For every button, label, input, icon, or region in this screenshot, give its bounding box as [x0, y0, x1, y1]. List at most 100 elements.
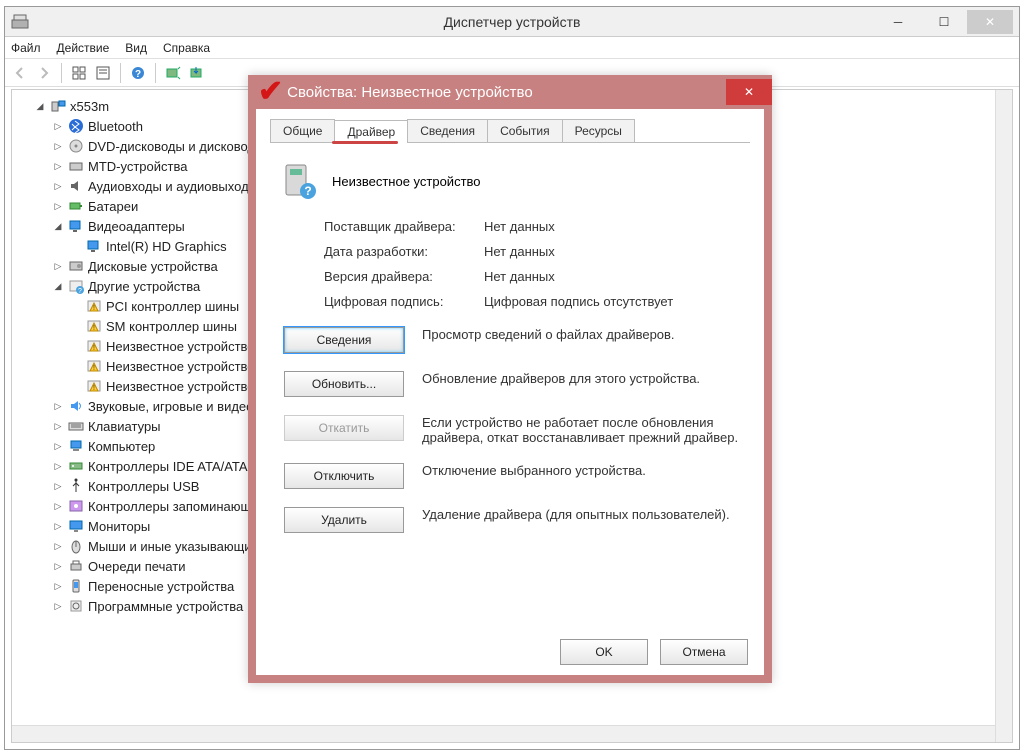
dialog-close-button[interactable]: ✕: [726, 79, 772, 105]
update-desc: Обновление драйверов для этого устройств…: [422, 371, 750, 386]
expand-icon[interactable]: ▷: [52, 600, 64, 612]
rollback-desc: Если устройство не работает после обновл…: [422, 415, 750, 445]
tab-events[interactable]: События: [487, 119, 563, 142]
battery-icon: [68, 198, 84, 214]
expand-icon[interactable]: ▷: [52, 400, 64, 412]
menu-help[interactable]: Справка: [163, 41, 210, 55]
minimize-button[interactable]: ─: [875, 10, 921, 34]
tree-item-label: Контроллеры IDE ATA/ATAPI: [88, 459, 260, 474]
expand-icon[interactable]: ▷: [52, 480, 64, 492]
expand-icon[interactable]: ▷: [52, 460, 64, 472]
expand-icon[interactable]: ▷: [52, 260, 64, 272]
version-value: Нет данных: [484, 269, 555, 284]
tree-item-label: Контроллеры USB: [88, 479, 199, 494]
expand-icon[interactable]: ▷: [52, 500, 64, 512]
tree-item-label: Неизвестное устройство: [106, 379, 255, 394]
date-label: Дата разработки:: [324, 244, 484, 259]
expand-icon[interactable]: ◢: [52, 220, 64, 232]
device-name: Неизвестное устройство: [332, 174, 481, 189]
back-button[interactable]: [9, 62, 31, 84]
expand-icon[interactable]: ▷: [52, 540, 64, 552]
other-icon: ?: [68, 278, 84, 294]
vertical-scrollbar[interactable]: [995, 90, 1012, 742]
ok-button[interactable]: OK: [560, 639, 648, 665]
disable-button[interactable]: Отключить: [284, 463, 404, 489]
horizontal-scrollbar[interactable]: [12, 725, 995, 742]
storage-icon: [68, 498, 84, 514]
svg-text:!: !: [93, 385, 95, 392]
video-icon: [86, 238, 102, 254]
cancel-button[interactable]: Отмена: [660, 639, 748, 665]
dialog-footer: OK Отмена: [560, 639, 748, 665]
disable-desc: Отключение выбранного устройства.: [422, 463, 750, 478]
svg-text:?: ?: [135, 69, 141, 80]
software-icon: [68, 598, 84, 614]
expand-icon[interactable]: ▷: [52, 200, 64, 212]
tree-item-label: Неизвестное устройство: [106, 359, 255, 374]
warn-icon: !: [86, 378, 102, 394]
show-all-button[interactable]: [68, 62, 90, 84]
expand-icon[interactable]: ▷: [52, 420, 64, 432]
tree-item-label: Батареи: [88, 199, 138, 214]
tab-general[interactable]: Общие: [270, 119, 335, 142]
svg-text:!: !: [93, 325, 95, 332]
help-button[interactable]: ?: [127, 62, 149, 84]
mtd-icon: [68, 158, 84, 174]
details-button[interactable]: Сведения: [284, 327, 404, 353]
tree-item-label: Переносные устройства: [88, 579, 234, 594]
warn-icon: !: [86, 338, 102, 354]
dvd-icon: [68, 138, 84, 154]
tree-item-label: Bluetooth: [88, 119, 143, 134]
expand-icon[interactable]: ▷: [52, 440, 64, 452]
tree-item-label: Другие устройства: [88, 279, 200, 294]
tree-root-label: x553m: [70, 99, 109, 114]
audio-icon: [68, 178, 84, 194]
tab-details[interactable]: Сведения: [407, 119, 488, 142]
svg-text:!: !: [93, 365, 95, 372]
expand-icon[interactable]: ▷: [52, 520, 64, 532]
update-driver-button[interactable]: [186, 62, 208, 84]
dialog-title: Свойства: Неизвестное устройство: [287, 84, 533, 101]
tree-item-label: Intel(R) HD Graphics: [106, 239, 227, 254]
maximize-button[interactable]: ☐: [921, 10, 967, 34]
menubar: Файл Действие Вид Справка: [5, 37, 1019, 59]
uninstall-button[interactable]: Удалить: [284, 507, 404, 533]
expand-icon[interactable]: ▷: [52, 140, 64, 152]
expand-icon[interactable]: ◢: [52, 280, 64, 292]
rollback-button[interactable]: Откатить: [284, 415, 404, 441]
usb-icon: [68, 478, 84, 494]
warn-icon: !: [86, 358, 102, 374]
signer-label: Цифровая подпись:: [324, 294, 484, 309]
menu-action[interactable]: Действие: [57, 41, 110, 55]
ide-icon: [68, 458, 84, 474]
dialog-body: Общие Драйвер Сведения События Ресурсы ?…: [256, 109, 764, 675]
properties-button[interactable]: [92, 62, 114, 84]
close-button[interactable]: ✕: [967, 10, 1013, 34]
expand-icon[interactable]: ▷: [52, 160, 64, 172]
expand-icon[interactable]: ▷: [52, 580, 64, 592]
underline-annotation: [332, 141, 398, 144]
window-title: Диспетчер устройств: [5, 14, 1019, 30]
menu-view[interactable]: Вид: [125, 41, 147, 55]
provider-label: Поставщик драйвера:: [324, 219, 484, 234]
scan-button[interactable]: [162, 62, 184, 84]
expand-icon[interactable]: ▷: [52, 120, 64, 132]
forward-button[interactable]: [33, 62, 55, 84]
tree-item-label: SM контроллер шины: [106, 319, 237, 334]
expand-icon[interactable]: ▷: [52, 560, 64, 572]
update-button[interactable]: Обновить...: [284, 371, 404, 397]
expand-icon[interactable]: ▷: [52, 180, 64, 192]
dialog-titlebar: ✔ Свойства: Неизвестное устройство ✕: [248, 75, 772, 109]
menu-file[interactable]: Файл: [11, 41, 41, 55]
print-icon: [68, 558, 84, 574]
uninstall-desc: Удаление драйвера (для опытных пользоват…: [422, 507, 750, 522]
svg-text:?: ?: [304, 184, 311, 198]
tab-driver[interactable]: Драйвер: [334, 120, 408, 143]
tree-item-label: MTD-устройства: [88, 159, 187, 174]
tree-item-label: PCI контроллер шины: [106, 299, 239, 314]
device-icon: ?: [280, 161, 320, 201]
properties-dialog: ✔ Свойства: Неизвестное устройство ✕ Общ…: [248, 75, 772, 683]
bluetooth-icon: [68, 118, 84, 134]
tab-resources[interactable]: Ресурсы: [562, 119, 635, 142]
tree-item-label: Мониторы: [88, 519, 150, 534]
